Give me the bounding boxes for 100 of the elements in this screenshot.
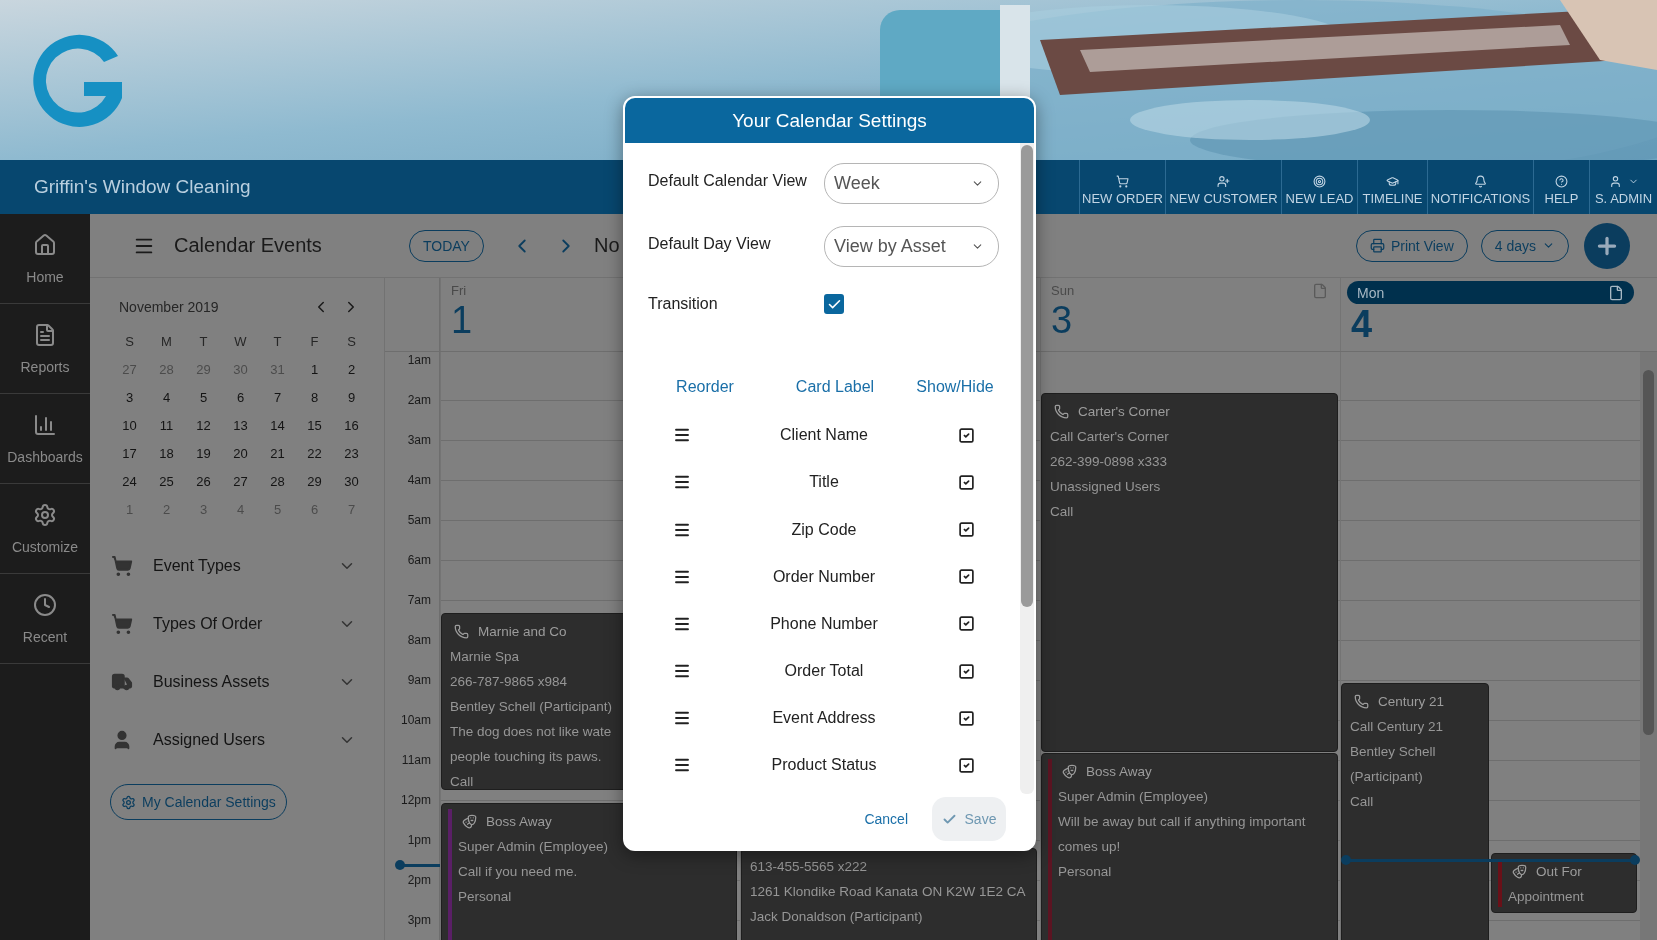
event-text: Will be away but call if anything important comes up! [1058,813,1307,856]
mask-icon [1062,764,1077,779]
select-field[interactable]: Week [824,163,999,204]
calendar-day[interactable]: 10 [111,411,148,439]
hour-label: 1pm [407,833,431,847]
event-text: Call Carter's Corner [1050,428,1170,446]
weekday-label: S [346,332,357,351]
calendar-day[interactable]: 4 [148,383,185,411]
checkbox[interactable] [957,521,975,539]
printer-icon [1369,238,1385,253]
event-card[interactable]: Century 21 Call Century 21 Bentley Schell (Participant) Call [1341,683,1489,940]
calendar-day[interactable]: 21 [259,439,296,467]
hour-label: 3pm [407,913,431,927]
event-text: Super Admin (Employee) [1058,788,1210,806]
checkbox[interactable] [957,426,975,444]
card-label: Client Name [780,426,868,445]
calendar-day[interactable]: 27 [222,467,259,495]
weekday-label: T [272,332,283,351]
event-card[interactable]: Boss Away Super Admin (Employee) Will be away but call if anything important comes up! Personal [1041,753,1338,940]
dialog-title: Your Calendar Settings [625,98,1034,143]
checkbox[interactable] [957,473,975,491]
nav-button[interactable]: NOTIFICATIONS [1427,160,1533,214]
calendar-day[interactable]: 3 [111,383,148,411]
card-label: Order Number [772,567,876,586]
event-title: Boss Away [1086,763,1152,781]
current-time-dot [1630,855,1640,865]
current-time-dot [395,860,405,870]
calendar-day[interactable]: 6 [222,383,259,411]
calendar-day[interactable]: 2 [333,355,370,383]
calendar-day[interactable]: 16 [333,411,370,439]
event-text: Bentley Schell (Participant) [1350,743,1437,786]
event-title: Boss Away [486,813,552,831]
calendar-day[interactable]: 22 [296,439,333,467]
calendar-day[interactable]: 19 [185,439,222,467]
nav-button[interactable]: NEW CUSTOMER [1165,160,1281,214]
column-header: Card Label [795,377,875,396]
filter-accordion[interactable]: Event Types [90,537,384,595]
event-card[interactable]: Carter's Corner Call Carter's Corner 262-399-0898 x333 Unassigned Users Call [1041,393,1338,752]
checkbox[interactable] [957,568,975,586]
event-text: 1261 Klondike Road Kanata ON K2W 1E2 CA [750,883,1026,901]
nav-button[interactable]: S. ADMIN [1589,160,1657,214]
nav-button[interactable]: HELP [1533,160,1589,214]
calendar-day[interactable]: 28 [259,467,296,495]
event-text: Personal [458,888,513,906]
hour-label: 1am [407,353,431,367]
cart-icon [111,613,133,635]
mask-icon [1512,864,1527,879]
checkbox[interactable] [957,662,975,680]
calendar-day[interactable]: 9 [333,383,370,411]
checkbox[interactable] [957,756,975,774]
select-field[interactable]: View by Asset [824,225,999,267]
event-text: Bentley Schell (Participant) [450,698,613,716]
calendar-day[interactable]: 25 [148,467,185,495]
event-card[interactable]: Out For Appointment [1491,853,1637,913]
weekday-label: W [233,332,248,351]
calendar-day[interactable]: 18 [148,439,185,467]
hour-label: 9am [407,673,431,687]
hour-label: 5am [407,513,431,527]
calendar-day[interactable]: 20 [222,439,259,467]
cancel-button[interactable]: Cancel [852,811,920,827]
card-label: Order Total [784,662,864,681]
event-text: Personal [1058,863,1113,881]
nav-button[interactable]: TIMELINE [1357,160,1427,214]
card-label: Title [809,473,839,492]
column-header: Show/Hide [916,377,994,396]
calendar-day[interactable]: 23 [333,439,370,467]
calendar-day[interactable]: 5 [185,383,222,411]
checkbox[interactable] [957,615,975,633]
calendar-day[interactable]: 30 [333,467,370,495]
checkbox[interactable] [824,294,844,315]
calendar-day[interactable]: 13 [222,411,259,439]
nav-button[interactable]: NEW ORDER [1079,160,1165,214]
nav-button[interactable]: NEW LEAD [1281,160,1357,214]
calendar-day[interactable]: 17 [111,439,148,467]
calendar-day[interactable]: 1 [296,355,333,383]
calendar-day[interactable]: 12 [185,411,222,439]
filter-accordion[interactable]: Assigned Users [90,711,384,769]
calendar-day[interactable]: 11 [148,411,185,439]
calendar-day[interactable]: 29 [296,467,333,495]
event-title: Century 21 [1378,693,1445,711]
help-icon [1555,174,1568,188]
target-icon [1313,174,1326,188]
calendar-day[interactable]: 24 [111,467,148,495]
card-label: Phone Number [770,614,878,633]
event-card[interactable]: 613-455-5565 x222 1261 Klondike Road Kanata ON K2W 1E2 CA Jack Donaldson (Participant) [741,848,1037,940]
event-text: Appointment [1508,888,1584,906]
calendar-day[interactable]: 7 [259,383,296,411]
calendar-day[interactable]: 15 [296,411,333,439]
checkbox[interactable] [957,709,975,727]
filter-accordion[interactable]: Business Assets [90,653,384,711]
filter-accordion[interactable]: Types Of Order [90,595,384,653]
month-label: November 2019 [119,299,220,315]
hour-label: 12pm [400,793,431,807]
page-title: Calendar Events [174,234,323,257]
calendar-day[interactable]: 26 [185,467,222,495]
event-text: Super Admin (Employee) [458,838,609,856]
card-label: Product Status [771,756,877,775]
calendar-day[interactable]: 14 [259,411,296,439]
add-button[interactable] [1584,222,1630,269]
calendar-day[interactable]: 8 [296,383,333,411]
